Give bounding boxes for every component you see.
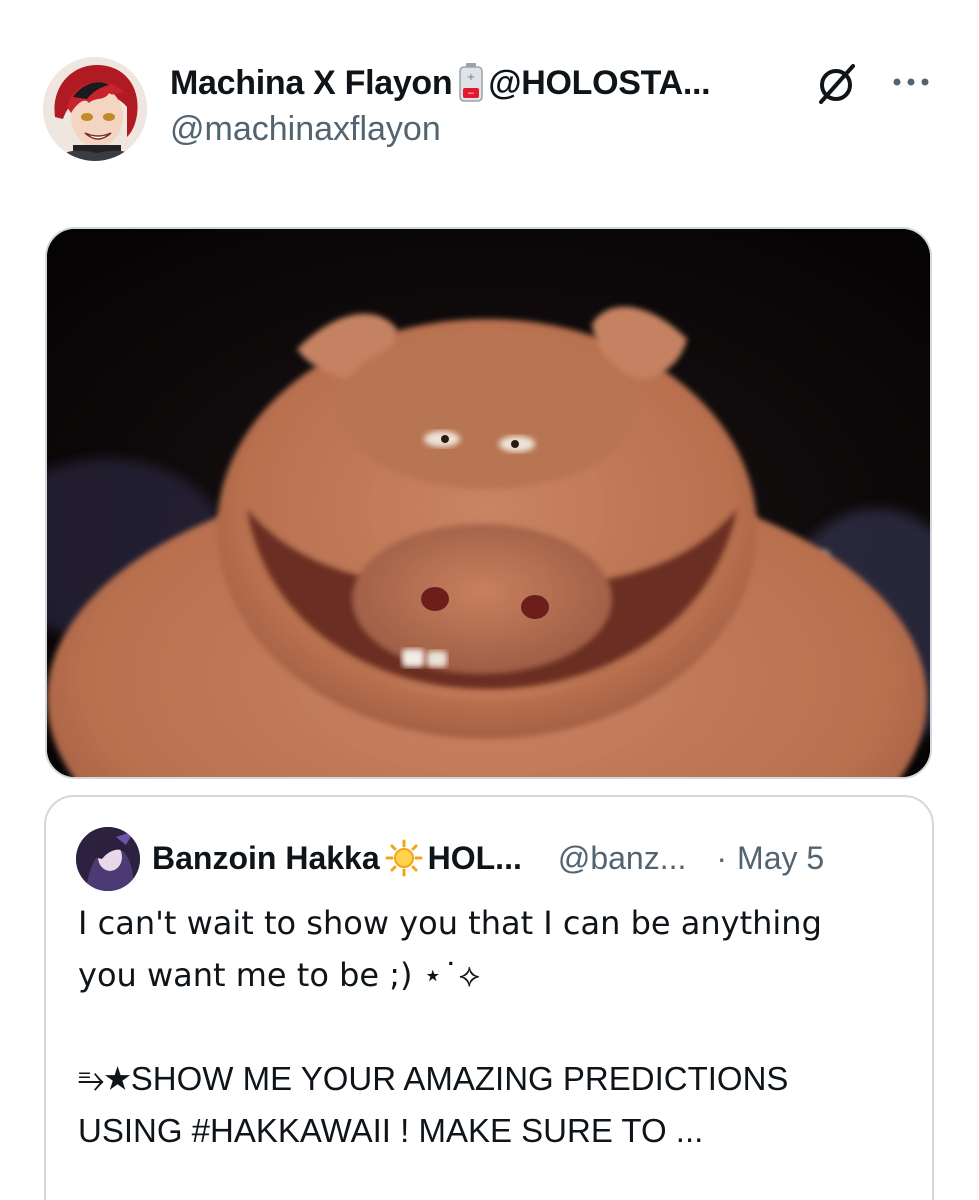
quote-date[interactable]: May 5 (737, 840, 824, 877)
quote-name-suffix[interactable]: HOL... (428, 840, 522, 877)
quote-text-line-4: USING #HAKKAWAII ! MAKE SURE TO ... (78, 1112, 704, 1149)
svg-text:−: − (468, 89, 476, 99)
quote-next-row-hint (70, 1194, 890, 1200)
quote-handle[interactable]: @banz... (558, 840, 687, 877)
author-name-row[interactable]: Machina X Flayon + − @HOLOSTA... (170, 58, 711, 108)
avatar-image (43, 57, 147, 161)
author-handle[interactable]: @machinaxflayon (170, 110, 441, 149)
quote-body: I can't wait to show you that I can be a… (78, 897, 898, 1157)
post-media-image[interactable] (45, 227, 932, 779)
quote-avatar-image (76, 827, 140, 891)
quote-separator: · (716, 839, 728, 876)
grok-icon[interactable] (813, 60, 861, 108)
quote-author-row[interactable]: Banzoin Hakka HOL... @banz... · May 5 (152, 835, 824, 881)
pig-image (47, 229, 930, 777)
post-page: Machina X Flayon + − @HOLOSTA... @machin… (0, 0, 979, 1200)
sun-icon (384, 838, 424, 878)
quote-display-name[interactable]: Banzoin Hakka (152, 840, 380, 877)
more-icon[interactable] (887, 62, 935, 102)
quote-text-line-1: I can't wait to show you that I can be a… (78, 904, 822, 942)
quote-text-line-3: ⥱★SHOW ME YOUR AMAZING PREDICTIONS (78, 1060, 789, 1097)
svg-text:+: + (467, 72, 475, 83)
quote-avatar[interactable] (76, 827, 140, 891)
post-header: Machina X Flayon + − @HOLOSTA... @machin… (0, 0, 979, 200)
author-name-suffix[interactable]: @HOLOSTA... (488, 64, 710, 103)
avatar[interactable] (43, 57, 147, 161)
author-display-name[interactable]: Machina X Flayon (170, 64, 453, 103)
quote-blank-line (78, 1001, 898, 1053)
quote-text-line-2: you want me to be ;) ⋆˙⟡ (78, 956, 480, 994)
quoted-tweet[interactable]: Banzoin Hakka HOL... @banz... · May 5 I … (44, 795, 934, 1200)
battery-icon: + − (458, 63, 484, 103)
